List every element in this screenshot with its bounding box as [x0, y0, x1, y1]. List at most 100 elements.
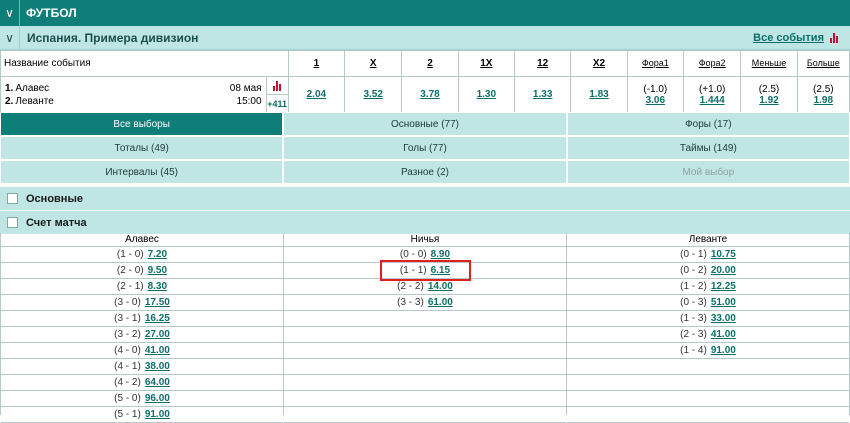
- score-odd[interactable]: 12.25: [711, 281, 736, 292]
- section-checkbox[interactable]: [7, 193, 18, 204]
- event-more[interactable]: +411: [265, 76, 289, 113]
- more-markets-link[interactable]: +411: [267, 95, 288, 112]
- tab-totals[interactable]: Тоталы (49): [0, 136, 284, 160]
- event-teams[interactable]: 1. Алавес 08 мая 2. Леванте 15:00: [0, 76, 267, 113]
- score-odd[interactable]: 41.00: [711, 329, 736, 340]
- col-header-x2[interactable]: X2: [570, 50, 628, 77]
- score-row[interactable]: (3 - 3) 61.00: [284, 295, 566, 311]
- score-row[interactable]: (0 - 1) 10.75: [567, 247, 849, 263]
- odd-2[interactable]: 3.78: [401, 76, 459, 113]
- tab-intervals[interactable]: Интервалы (45): [0, 160, 284, 184]
- col-header-12[interactable]: 12: [513, 50, 572, 77]
- sport-header[interactable]: ∨ ФУТБОЛ: [0, 0, 850, 26]
- column-header: Ничья: [284, 233, 566, 247]
- score-row[interactable]: (1 - 0) 7.20: [1, 247, 283, 263]
- odd-over[interactable]: (2.5) 1.98: [796, 76, 850, 113]
- score-odd[interactable]: 9.50: [148, 265, 167, 276]
- score-row[interactable]: (1 - 3) 33.00: [567, 311, 849, 327]
- score-odd[interactable]: 10.75: [711, 249, 736, 260]
- tab-main[interactable]: Основные (77): [283, 112, 567, 136]
- score-row[interactable]: (1 - 4) 91.00: [567, 343, 849, 359]
- score-odd[interactable]: 14.00: [428, 281, 453, 292]
- score-row: [284, 391, 566, 407]
- score-label: (1 - 3): [680, 313, 707, 324]
- chevron-down-icon[interactable]: ∨: [0, 25, 20, 50]
- score-row[interactable]: (3 - 0) 17.50: [1, 295, 283, 311]
- score-odd[interactable]: 41.00: [145, 345, 170, 356]
- odd-x[interactable]: 3.52: [344, 76, 403, 113]
- score-row[interactable]: (2 - 3) 41.00: [567, 327, 849, 343]
- score-row[interactable]: (0 - 3) 51.00: [567, 295, 849, 311]
- odd-12[interactable]: 1.33: [513, 76, 572, 113]
- score-label: (0 - 0): [399, 249, 427, 260]
- stats-icon[interactable]: [830, 32, 838, 43]
- score-row[interactable]: (5 - 1) 91.00: [1, 407, 283, 423]
- score-label: (5 - 0): [114, 393, 141, 404]
- odds-table: Название события 1 X 2 1X 12 X2 Фора1 Фо…: [0, 50, 850, 113]
- stats-icon[interactable]: [273, 80, 282, 91]
- tab-halves[interactable]: Таймы (149): [566, 136, 850, 160]
- score-odd[interactable]: 38.00: [145, 361, 170, 372]
- section-checkbox[interactable]: [7, 217, 18, 228]
- col-header-x[interactable]: X: [344, 50, 403, 77]
- odd-under[interactable]: (2.5) 1.92: [740, 76, 798, 113]
- tab-handicaps[interactable]: Форы (17): [566, 112, 850, 136]
- score-column-away: Леванте (0 - 1) 10.75 (0 - 2) 20.00 (1 - 2) 1…: [567, 233, 850, 423]
- score-odd[interactable]: 96.00: [145, 393, 170, 404]
- score-row[interactable]: (2 - 1) 8.30: [1, 279, 283, 295]
- section-score[interactable]: Счет матча: [0, 210, 850, 234]
- odd-1x[interactable]: 1.30: [457, 76, 516, 113]
- score-odd[interactable]: 7.20: [148, 249, 167, 260]
- odd-fora2[interactable]: (+1.0) 1.444: [682, 76, 742, 113]
- score-odd[interactable]: 8.30: [148, 281, 167, 292]
- col-header-fora2[interactable]: Фора2: [682, 50, 742, 77]
- odd-1[interactable]: 2.04: [287, 76, 346, 113]
- score-row[interactable]: (2 - 0) 9.50: [1, 263, 283, 279]
- col-header-fora1[interactable]: Фора1: [626, 50, 684, 77]
- tab-misc[interactable]: Разное (2): [283, 160, 567, 184]
- score-row[interactable]: (2 - 2) 14.00: [284, 279, 566, 295]
- score-row[interactable]: (5 - 0) 96.00: [1, 391, 283, 407]
- score-odd[interactable]: 16.25: [145, 313, 170, 324]
- col-header-1x[interactable]: 1X: [457, 50, 516, 77]
- league-header[interactable]: ∨ Испания. Примера дивизион Все события: [0, 25, 850, 50]
- odd-fora1[interactable]: (-1.0) 3.06: [626, 76, 684, 113]
- score-odd[interactable]: 20.00: [711, 265, 736, 276]
- score-row[interactable]: (4 - 2) 64.00: [1, 375, 283, 391]
- score-odd[interactable]: 33.00: [711, 313, 736, 324]
- score-label: (3 - 1): [114, 313, 141, 324]
- chevron-down-icon[interactable]: ∨: [0, 0, 20, 26]
- score-row[interactable]: (1 - 2) 12.25: [567, 279, 849, 295]
- odd-x2[interactable]: 1.83: [570, 76, 628, 113]
- score-odd[interactable]: 64.00: [145, 377, 170, 388]
- tab-all[interactable]: Все выборы: [0, 112, 284, 136]
- score-label: (2 - 0): [116, 265, 144, 276]
- col-header-2[interactable]: 2: [401, 50, 459, 77]
- score-odd[interactable]: 61.00: [428, 297, 453, 308]
- col-header-under[interactable]: Меньше: [740, 50, 798, 77]
- score-row[interactable]: (3 - 2) 27.00: [1, 327, 283, 343]
- score-row[interactable]: (0 - 2) 20.00: [567, 263, 849, 279]
- score-row: [567, 359, 849, 375]
- score-odd[interactable]: 51.00: [711, 297, 736, 308]
- all-events-link[interactable]: Все события: [753, 32, 824, 44]
- sport-title: ФУТБОЛ: [26, 6, 77, 20]
- score-odd[interactable]: 17.50: [145, 297, 170, 308]
- score-odd[interactable]: 27.00: [145, 329, 170, 340]
- score-row: [567, 391, 849, 407]
- score-label: (0 - 3): [680, 297, 707, 308]
- score-odd[interactable]: 91.00: [711, 345, 736, 356]
- col-header-1[interactable]: 1: [287, 50, 346, 77]
- col-header-over[interactable]: Больше: [796, 50, 850, 77]
- section-label: Счет матча: [26, 216, 87, 229]
- team1-name: Алавес: [15, 82, 50, 94]
- tab-my-choice[interactable]: Мой выбор: [566, 160, 850, 184]
- score-label: (1 - 0): [116, 249, 144, 260]
- score-row[interactable]: (3 - 1) 16.25: [1, 311, 283, 327]
- score-row[interactable]: (4 - 0) 41.00: [1, 343, 283, 359]
- tab-goals[interactable]: Голы (77): [283, 136, 567, 160]
- score-odd[interactable]: 8.90: [431, 249, 450, 260]
- score-row[interactable]: (4 - 1) 38.00: [1, 359, 283, 375]
- score-label: (2 - 3): [680, 329, 707, 340]
- section-main[interactable]: Основные: [0, 186, 850, 210]
